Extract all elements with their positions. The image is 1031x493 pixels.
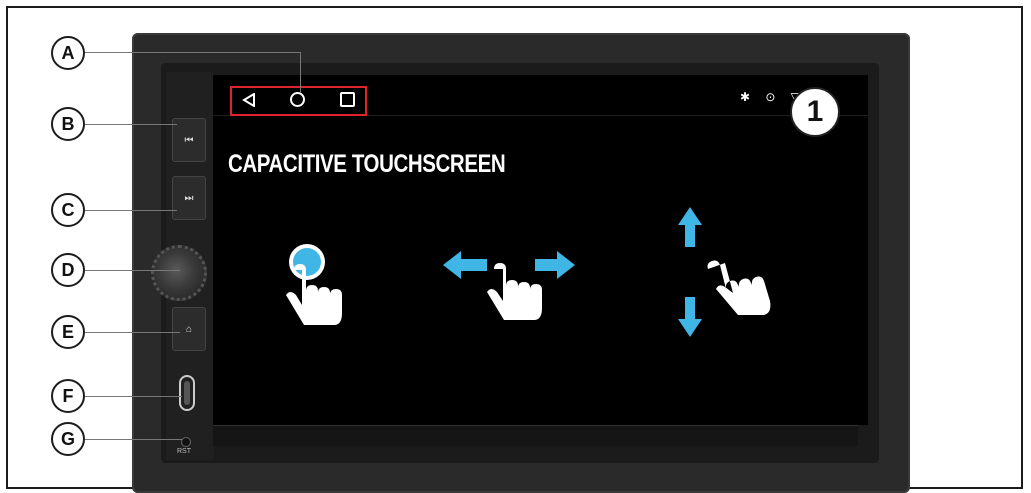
- leader-line-e: [85, 332, 180, 333]
- callout-e: E: [51, 315, 85, 349]
- leader-line-d: [85, 270, 180, 271]
- callout-b: B: [51, 107, 85, 141]
- leader-line-f: [85, 396, 182, 397]
- previous-track-button[interactable]: ⏮: [172, 118, 206, 162]
- next-track-button[interactable]: ⏭: [172, 176, 206, 220]
- callout-a: A: [51, 36, 85, 70]
- leader-line-a: [85, 52, 300, 53]
- previous-track-icon: ⏮: [184, 134, 194, 146]
- screen-lower-bezel: [213, 425, 858, 446]
- next-track-icon: ⏭: [184, 192, 194, 204]
- leader-line-c: [85, 210, 177, 211]
- tap-gesture-icon: [286, 244, 342, 325]
- reset-label: RST: [177, 448, 191, 455]
- back-icon[interactable]: [242, 93, 256, 107]
- usb-c-port-inner: [184, 381, 190, 405]
- recent-apps-icon[interactable]: [340, 92, 355, 107]
- volume-knob[interactable]: [151, 245, 207, 301]
- leader-line-g: [85, 439, 182, 440]
- callout-g: G: [51, 422, 85, 456]
- screen-badge: 1: [790, 87, 840, 137]
- reset-button[interactable]: [181, 437, 191, 447]
- home-circle-icon[interactable]: [290, 92, 305, 107]
- screen-title: CAPACITIVE TOUCHSCREEN: [228, 150, 506, 178]
- callout-f: F: [51, 379, 85, 413]
- swipe-horizontal-gesture-icon: [443, 251, 575, 320]
- leader-line-a-vertical: [300, 52, 301, 92]
- callout-d: D: [51, 253, 85, 287]
- home-icon: ⌂: [185, 323, 193, 335]
- leader-line-b: [85, 124, 177, 125]
- swipe-vertical-gesture-icon: [678, 207, 771, 337]
- home-button[interactable]: ⌂: [172, 307, 206, 351]
- callout-c: C: [51, 193, 85, 227]
